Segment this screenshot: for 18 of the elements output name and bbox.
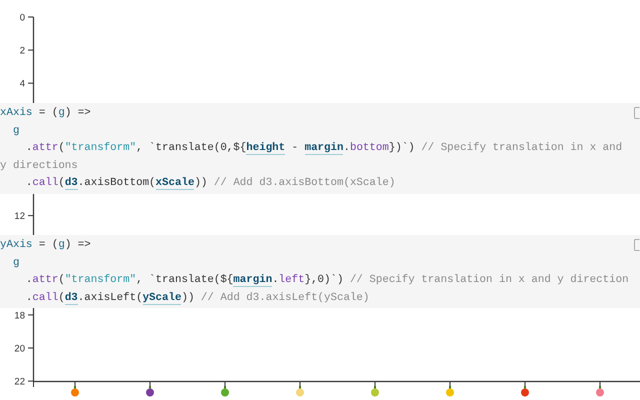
copy-icon[interactable] (634, 107, 640, 119)
code-line: yAxis = (g) => (0, 238, 91, 253)
axis-tick-label: 12 (14, 211, 25, 222)
axis-tick-label: 20 (14, 344, 25, 354)
code-line: g (12, 256, 20, 270)
code-line: .attr("transform", `translate(${margin.left},0)`) // Specify translation in x and y direction (24, 273, 629, 289)
code-line: xAxis = (g) => (0, 106, 91, 121)
copy-icon[interactable] (634, 239, 640, 251)
axis-tick-label: 0 (20, 12, 25, 24)
code-line: .call(d3.axisLeft(yScale)) // Add d3.axisLeft(yScale) (24, 290, 370, 306)
code-line: .call(d3.axisBottom(xScale)) // Add d3.axisBottom(xScale) (24, 176, 396, 192)
code-line: g (12, 124, 20, 138)
axis-tick-label: 22 (14, 376, 25, 388)
axis-tick-label: 2 (20, 46, 25, 57)
axis-tick-label: 18 (14, 310, 25, 322)
code-line: .attr("transform", `translate(0,${height - margin.bottom})`) // Specify translation in x and (24, 141, 622, 157)
axis-tick-label: 4 (20, 78, 25, 90)
code-line: y directions (0, 158, 78, 174)
